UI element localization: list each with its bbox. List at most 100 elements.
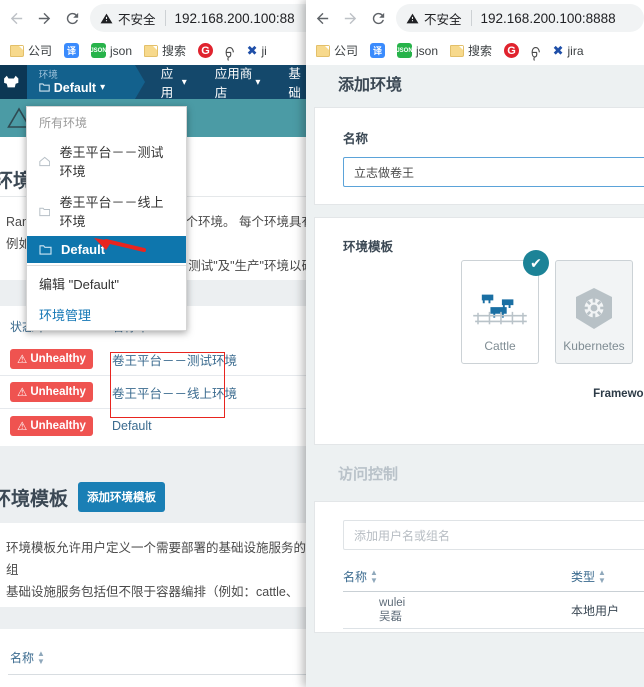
status-badge: ⚠ Unhealthy: [10, 349, 93, 369]
nav-item-app-store[interactable]: 应用商店 ▾: [201, 65, 275, 100]
section-title: 环境模板: [0, 488, 69, 510]
dropdown-item-prod-env[interactable]: 卷王平台－－线上环境: [27, 186, 186, 236]
folder-icon: [144, 44, 159, 57]
template-meta: O Framework: Network Netv: [373, 376, 644, 412]
security-status-label: 不安全: [424, 12, 462, 27]
folder-icon: [316, 44, 330, 57]
bookmark-search[interactable]: 搜索: [138, 42, 192, 59]
forward-arrow-icon[interactable]: [30, 4, 58, 32]
column-type[interactable]: 类型 ▲ ▼: [571, 568, 606, 585]
user-name-cell: wulei 吴磊: [343, 596, 571, 624]
url-text: 192.168.200.100:8888: [480, 10, 616, 26]
template-option-cattle[interactable]: ✔ Cattle: [461, 250, 549, 364]
translate-icon: 译: [370, 43, 386, 58]
template-option-kubernetes[interactable]: Kubernetes: [555, 260, 633, 364]
bookmark-company[interactable]: 公司: [310, 42, 364, 59]
dropdown-item-label: 卷王平台－－线上环境: [59, 195, 164, 229]
environment-name-cell[interactable]: Default: [112, 419, 152, 433]
jira-icon: ✖: [246, 42, 258, 58]
folder-icon: [39, 207, 51, 216]
table-row[interactable]: wulei 吴磊 本地用户: [343, 592, 644, 628]
table-divider: [8, 674, 314, 675]
bookmark-g[interactable]: G: [498, 43, 525, 58]
address-bar[interactable]: 不安全 192.168.200.100:8888: [396, 4, 644, 32]
cattle-icon: [473, 294, 527, 325]
add-env-template-button[interactable]: 添加环境模板: [78, 482, 166, 512]
environment-switcher[interactable]: 环境 Default ▾: [26, 65, 145, 99]
bookmark-json[interactable]: JSON json: [391, 43, 444, 58]
g-circle-icon: G: [198, 43, 214, 58]
right-browser-chrome: 不安全 192.168.200.100:8888: [306, 0, 644, 36]
annotation-arrow-icon: [94, 238, 146, 252]
bookmark-script[interactable]: ᠹ: [525, 39, 547, 63]
column-name[interactable]: 名称 ▲▼: [10, 649, 45, 666]
table-divider: [343, 628, 644, 629]
bookmark-jira[interactable]: ✖ jira: [547, 43, 590, 59]
bookmark-label: 公司: [28, 44, 53, 58]
name-input-value: 立志做卷王: [354, 165, 415, 180]
security-status-label: 不安全: [118, 12, 156, 27]
jira-icon: ✖: [552, 42, 564, 58]
selected-check-icon: ✔: [523, 250, 549, 276]
annotation-highlight-box: [110, 352, 225, 418]
warning-triangle-icon: ⚠: [17, 387, 28, 399]
access-table-header: 名称 ▲ ▼ 类型 ▲ ▼: [343, 568, 644, 585]
name-input[interactable]: 立志做卷王: [343, 157, 644, 187]
reload-icon[interactable]: [58, 4, 86, 32]
bookmark-translate[interactable]: 译: [58, 43, 85, 58]
reload-icon[interactable]: [364, 4, 392, 32]
user-login: wulei: [379, 597, 406, 609]
user-group-search-input[interactable]: 添加用户名或组名: [343, 520, 644, 550]
bookmark-script[interactable]: ᠹ: [219, 39, 241, 63]
name-field-card: 名称 立志做卷王: [314, 107, 644, 205]
chevron-down-icon: ▾: [255, 76, 261, 88]
template-field-label: 环境模板: [343, 240, 394, 254]
dropdown-environment-management[interactable]: 环境管理: [27, 299, 186, 330]
json-icon: JSON: [90, 43, 107, 58]
access-control-title: 访问控制: [338, 465, 399, 483]
search-input-placeholder: 添加用户名或组名: [354, 528, 451, 543]
template-meta-line-1: O: [373, 376, 644, 388]
back-arrow-icon[interactable]: [308, 4, 336, 32]
env-template-header: 环境模板 添加环境模板: [0, 471, 322, 523]
template-meta-line-3: Netv: [373, 400, 644, 412]
env-template-description: 环境模板允许用户定义一个需要部署的基础设施服务的组 基础设施服务包括但不限于容器…: [0, 523, 322, 621]
bookmark-label: 公司: [334, 44, 359, 58]
sort-icon: ▲▼: [370, 567, 378, 585]
bookmark-search[interactable]: 搜索: [444, 42, 498, 59]
bookmark-label: 搜索: [162, 44, 187, 58]
bookmark-g[interactable]: G: [192, 43, 219, 58]
g-circle-icon: G: [504, 43, 520, 58]
dropdown-edit-default[interactable]: 编辑 "Default": [27, 268, 186, 299]
translate-icon: 译: [64, 43, 80, 58]
left-browser-window: 不安全 192.168.200.100:88 公司 译 JSON json 搜索: [0, 0, 322, 687]
name-field-label: 名称: [343, 132, 369, 146]
rancher-cow-logo[interactable]: [0, 65, 27, 99]
folder-icon: [39, 245, 52, 255]
bookmark-jira[interactable]: ✖ ji: [241, 43, 273, 59]
bookmark-company[interactable]: 公司: [4, 42, 58, 59]
rancher-top-nav: 环境 Default ▾ 应用 ▾ 应用商店 ▾ 基础: [0, 65, 322, 100]
left-bookmarks-bar: 公司 译 JSON json 搜索 G ᠹ ✖ ji: [0, 36, 322, 65]
home-icon: [39, 156, 51, 166]
nav-item-apps[interactable]: 应用 ▾: [147, 65, 201, 100]
bookmark-json[interactable]: JSON json: [85, 43, 138, 58]
column-name[interactable]: 名称 ▲▼: [343, 568, 571, 585]
folder-icon: [10, 44, 24, 57]
url-text: 192.168.200.100:88: [174, 10, 295, 26]
section-gap-2: [0, 446, 322, 471]
address-bar[interactable]: 不安全 192.168.200.100:88: [90, 4, 322, 32]
chevron-down-icon: ▾: [181, 76, 187, 88]
warning-triangle-icon: ⚠: [17, 354, 28, 366]
bookmark-label: ji: [261, 43, 267, 58]
json-icon: JSON: [396, 43, 413, 58]
bookmark-translate[interactable]: 译: [364, 43, 391, 58]
section-gap-3: [0, 607, 322, 629]
environment-name: Default: [53, 80, 97, 95]
kubernetes-helm-icon: [576, 288, 612, 329]
omnibox-divider: [164, 10, 166, 26]
back-arrow-icon[interactable]: [2, 4, 30, 32]
dropdown-item-test-env[interactable]: 卷王平台－－测试环境: [27, 136, 186, 186]
forward-arrow-icon[interactable]: [336, 4, 364, 32]
chevron-down-icon: ▾: [100, 82, 106, 93]
